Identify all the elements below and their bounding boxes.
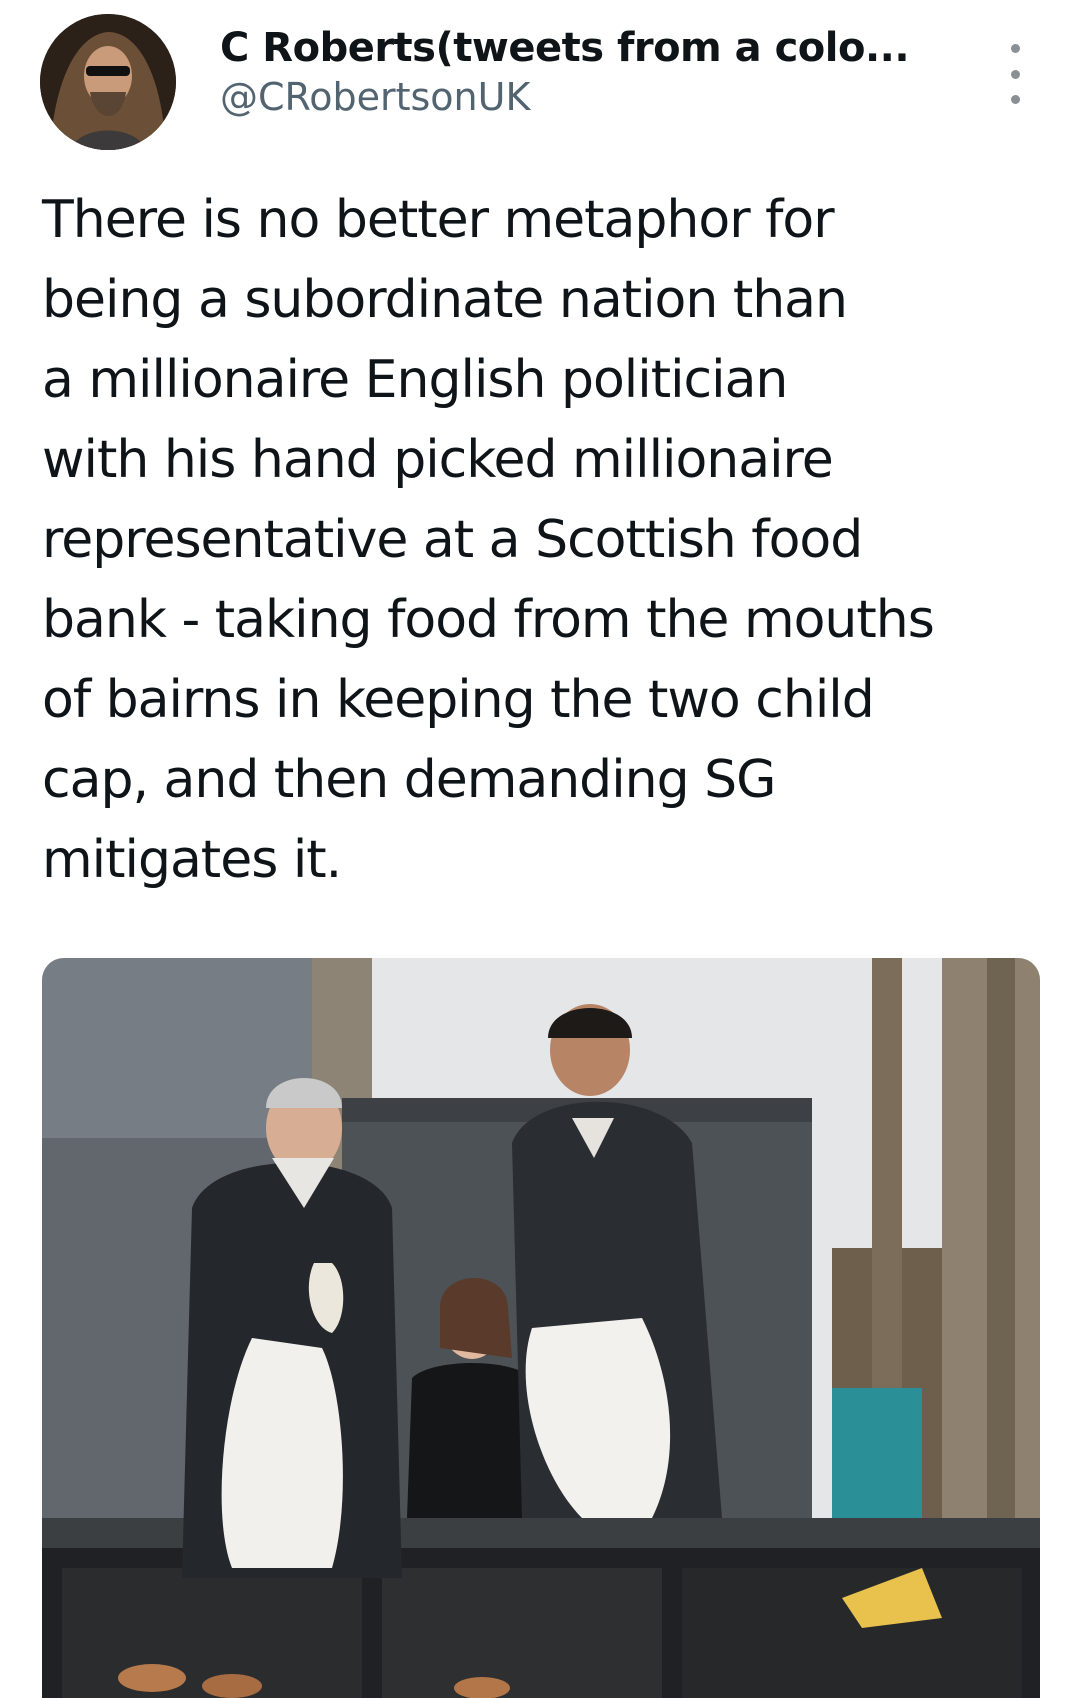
tweet-text-line: of bairns in keeping the two child (42, 670, 875, 730)
tweet-header: C Roberts(tweets from a colo... @CRobert… (40, 14, 1040, 154)
author-display-name[interactable]: C Roberts(tweets from a colo... (220, 24, 980, 72)
avatar-image (40, 14, 176, 150)
tweet-text: There is no better metaphor for being a … (42, 180, 1052, 900)
photo-illustration (42, 958, 1040, 1698)
more-options-icon[interactable] (1000, 44, 1030, 104)
tweet-text-line: mitigates it. (42, 830, 342, 890)
tweet-text-line: with his hand picked millionaire (42, 430, 834, 490)
author-names: C Roberts(tweets from a colo... @CRobert… (220, 24, 980, 122)
tweet-text-line: bank - taking food from the mouths (42, 590, 935, 650)
author-handle[interactable]: @CRobertsonUK (220, 72, 980, 122)
tweet-text-line: being a subordinate nation than (42, 270, 848, 330)
author-avatar[interactable] (40, 14, 176, 150)
more-dot (1010, 69, 1020, 79)
more-dot (1010, 95, 1020, 104)
more-dot (1010, 44, 1020, 53)
tweet-text-line: cap, and then demanding SG (42, 750, 776, 810)
tweet-text-line: representative at a Scottish food (42, 510, 863, 570)
tweet-text-line: a millionaire English politician (42, 350, 788, 410)
tweet-photo[interactable] (42, 958, 1040, 1698)
tweet-text-line: There is no better metaphor for (42, 190, 835, 250)
